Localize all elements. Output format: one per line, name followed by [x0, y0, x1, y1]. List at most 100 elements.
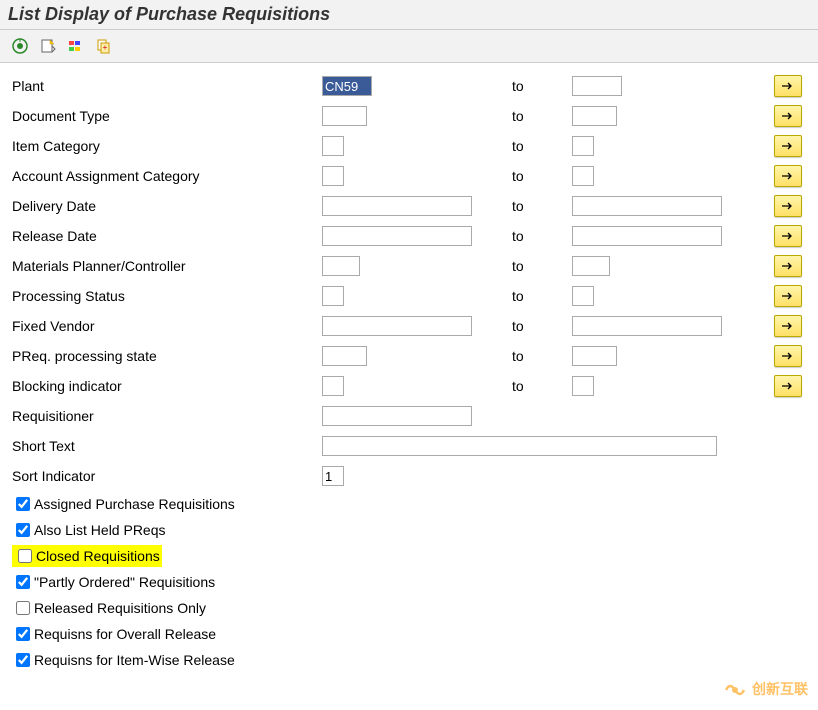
preq-state-label: PReq. processing state	[10, 348, 322, 364]
to-label: to	[512, 78, 572, 94]
closed-requisitions-label: Closed Requisitions	[36, 548, 160, 564]
fixed-vendor-to-input[interactable]	[572, 316, 722, 336]
overall-release-checkbox[interactable]	[16, 627, 30, 641]
to-label: to	[512, 378, 572, 394]
to-label: to	[512, 198, 572, 214]
partly-ordered-row: "Partly Ordered" Requisitions	[10, 569, 808, 595]
document-type-row: Document Type to	[10, 101, 808, 131]
processing-status-row: Processing Status to	[10, 281, 808, 311]
page-title: List Display of Purchase Requisitions	[0, 0, 818, 30]
delivery-date-from-input[interactable]	[322, 196, 472, 216]
materials-planner-to-input[interactable]	[572, 256, 610, 276]
materials-planner-row: Materials Planner/Controller to	[10, 251, 808, 281]
release-date-row: Release Date to	[10, 221, 808, 251]
also-held-row: Also List Held PReqs	[10, 517, 808, 543]
item-category-to-input[interactable]	[572, 136, 594, 156]
plant-multiselect-button[interactable]	[774, 75, 802, 97]
svg-text:+: +	[103, 43, 108, 52]
overall-release-row: Requisns for Overall Release	[10, 621, 808, 647]
item-wise-release-checkbox[interactable]	[16, 653, 30, 667]
to-label: to	[512, 138, 572, 154]
sort-indicator-label: Sort Indicator	[10, 468, 322, 484]
preq-state-to-input[interactable]	[572, 346, 617, 366]
assigned-pr-label: Assigned Purchase Requisitions	[34, 496, 235, 512]
release-date-label: Release Date	[10, 228, 322, 244]
to-label: to	[512, 348, 572, 364]
blocking-indicator-label: Blocking indicator	[10, 378, 322, 394]
materials-planner-label: Materials Planner/Controller	[10, 258, 322, 274]
processing-status-multiselect-button[interactable]	[774, 285, 802, 307]
materials-planner-multiselect-button[interactable]	[774, 255, 802, 277]
preq-state-from-input[interactable]	[322, 346, 367, 366]
released-only-label: Released Requisitions Only	[34, 600, 206, 616]
item-wise-release-label: Requisns for Item-Wise Release	[34, 652, 235, 668]
selection-form: Plant to Document Type to Item Category …	[0, 63, 818, 681]
sort-indicator-input[interactable]	[322, 466, 344, 486]
partly-ordered-label: "Partly Ordered" Requisitions	[34, 574, 215, 590]
item-category-multiselect-button[interactable]	[774, 135, 802, 157]
document-type-multiselect-button[interactable]	[774, 105, 802, 127]
plant-label: Plant	[10, 78, 322, 94]
plant-from-input[interactable]	[322, 76, 372, 96]
assigned-pr-checkbox[interactable]	[16, 497, 30, 511]
watermark: 创新互联	[722, 679, 808, 700]
item-category-row: Item Category to	[10, 131, 808, 161]
to-label: to	[512, 258, 572, 274]
fixed-vendor-from-input[interactable]	[322, 316, 472, 336]
document-type-to-input[interactable]	[572, 106, 617, 126]
all-selections-button[interactable]: +	[94, 36, 114, 56]
requisitioner-row: Requisitioner	[10, 401, 808, 431]
toolbar: +	[0, 30, 818, 63]
get-variant-button[interactable]	[38, 36, 58, 56]
document-type-label: Document Type	[10, 108, 322, 124]
release-date-to-input[interactable]	[572, 226, 722, 246]
blocking-indicator-to-input[interactable]	[572, 376, 594, 396]
closed-requisitions-row: Closed Requisitions	[10, 543, 808, 569]
short-text-row: Short Text	[10, 431, 808, 461]
blocking-indicator-from-input[interactable]	[322, 376, 344, 396]
partly-ordered-checkbox[interactable]	[16, 575, 30, 589]
account-assignment-from-input[interactable]	[322, 166, 344, 186]
delivery-date-label: Delivery Date	[10, 198, 322, 214]
execute-button[interactable]	[10, 36, 30, 56]
fixed-vendor-label: Fixed Vendor	[10, 318, 322, 334]
released-only-row: Released Requisitions Only	[10, 595, 808, 621]
document-type-from-input[interactable]	[322, 106, 367, 126]
dynamic-selections-button[interactable]	[66, 36, 86, 56]
delivery-date-multiselect-button[interactable]	[774, 195, 802, 217]
sort-indicator-row: Sort Indicator	[10, 461, 808, 491]
processing-status-to-input[interactable]	[572, 286, 594, 306]
released-only-checkbox[interactable]	[16, 601, 30, 615]
preq-state-multiselect-button[interactable]	[774, 345, 802, 367]
requisitioner-label: Requisitioner	[10, 408, 322, 424]
fixed-vendor-row: Fixed Vendor to	[10, 311, 808, 341]
plant-row: Plant to	[10, 71, 808, 101]
to-label: to	[512, 318, 572, 334]
short-text-input[interactable]	[322, 436, 717, 456]
account-assignment-multiselect-button[interactable]	[774, 165, 802, 187]
short-text-label: Short Text	[10, 438, 322, 454]
blocking-indicator-multiselect-button[interactable]	[774, 375, 802, 397]
blocking-indicator-row: Blocking indicator to	[10, 371, 808, 401]
to-label: to	[512, 108, 572, 124]
item-wise-release-row: Requisns for Item-Wise Release	[10, 647, 808, 673]
delivery-date-to-input[interactable]	[572, 196, 722, 216]
requisitioner-input[interactable]	[322, 406, 472, 426]
assigned-pr-row: Assigned Purchase Requisitions	[10, 491, 808, 517]
processing-status-label: Processing Status	[10, 288, 322, 304]
account-assignment-to-input[interactable]	[572, 166, 594, 186]
to-label: to	[512, 228, 572, 244]
overall-release-label: Requisns for Overall Release	[34, 626, 216, 642]
also-held-checkbox[interactable]	[16, 523, 30, 537]
item-category-label: Item Category	[10, 138, 322, 154]
plant-to-input[interactable]	[572, 76, 622, 96]
closed-requisitions-checkbox[interactable]	[18, 549, 32, 563]
fixed-vendor-multiselect-button[interactable]	[774, 315, 802, 337]
materials-planner-from-input[interactable]	[322, 256, 360, 276]
processing-status-from-input[interactable]	[322, 286, 344, 306]
delivery-date-row: Delivery Date to	[10, 191, 808, 221]
to-label: to	[512, 288, 572, 304]
release-date-multiselect-button[interactable]	[774, 225, 802, 247]
item-category-from-input[interactable]	[322, 136, 344, 156]
release-date-from-input[interactable]	[322, 226, 472, 246]
